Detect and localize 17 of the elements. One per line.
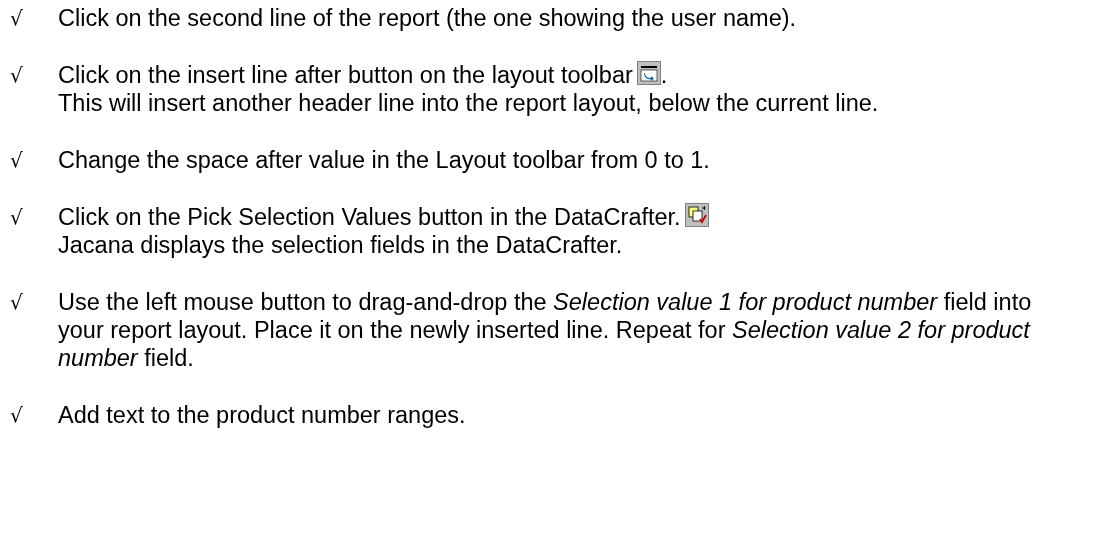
check-mark: √ <box>10 147 24 174</box>
check-mark: √ <box>10 204 24 231</box>
check-mark: √ <box>10 62 24 89</box>
step-text: Click on the Pick Selection Values button in the DataCrafter. <box>58 204 681 230</box>
check-mark: √ <box>10 5 24 32</box>
toolbar-icon <box>684 203 709 227</box>
step-text: Click on the second line of the report (the one showing the user name). <box>58 5 797 31</box>
check-mark: √ <box>10 289 24 316</box>
step-text: Change the space after value in the Layout toolbar from 0 to 1. <box>58 147 710 173</box>
step-note: This will insert another header line into the report layout, below the current line. <box>58 89 880 117</box>
step-text: Click on the insert line after button on the layout toolbar <box>58 62 633 88</box>
check-mark: √ <box>10 402 24 429</box>
toolbar-icon <box>636 61 661 85</box>
step-text: Add text to the product number ranges. <box>58 402 466 428</box>
step-text: . <box>660 62 668 88</box>
step-text: Use the left mouse button to drag-and-drop the Selection value 1 for product number field into your report layout. Place it on the newly inserted line. Repeat for Selection value 2 for product number field. <box>58 289 1032 371</box>
step-note: Jacana displays the selection fields in the DataCrafter. <box>58 231 624 259</box>
